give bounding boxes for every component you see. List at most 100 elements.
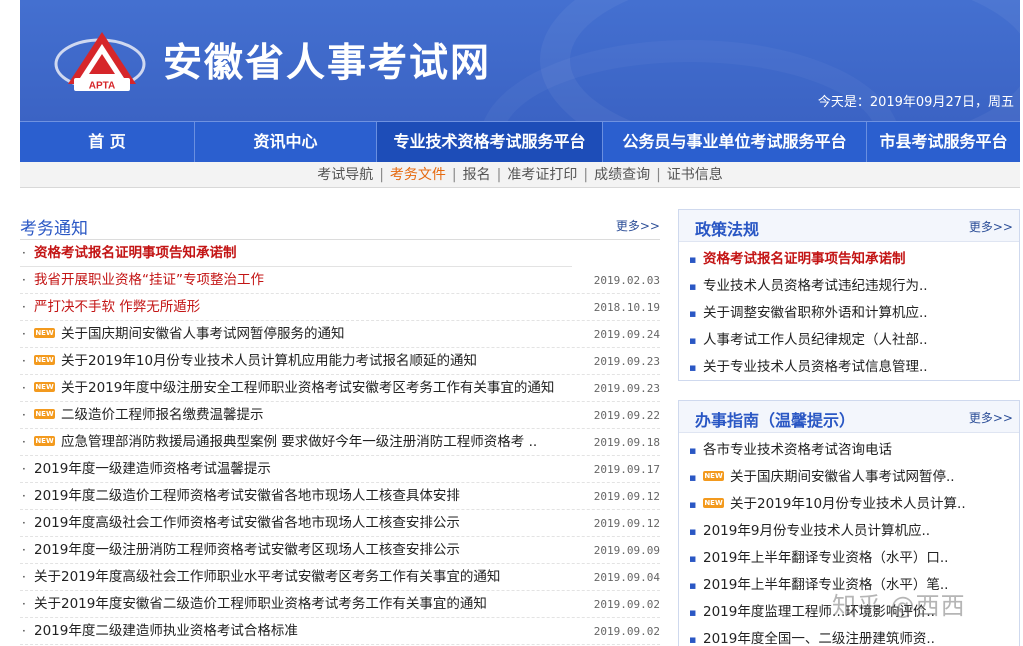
bullet-icon: ▪ [689, 444, 697, 457]
notice-text: 我省开展职业资格“挂证”专项整治工作 [34, 272, 264, 288]
notice-link[interactable]: 2019年度一级注册消防工程师资格考试安徽考区现场人工核查安排公示 [34, 537, 460, 564]
policy-text: 人事考试工作人员纪律规定（人社部.. [703, 332, 928, 348]
notice-text: 关于2019年度安徽省二级造价工程师职业资格考试考务工作有关事宜的通知 [34, 596, 487, 612]
bullet-icon: ▪ [689, 552, 697, 565]
policy-text: 专业技术人员资格考试违纪违规行为.. [703, 278, 928, 294]
list-item: ▪ 2019年9月份专业技术人员计算机应.. [679, 518, 1019, 545]
notice-text: 关于2019年度中级注册安全工程师职业资格考试安徽考区考务工作有关事宜的通知 [61, 380, 555, 396]
watermark: 知乎 @西西 [832, 592, 966, 620]
notice-link[interactable]: NEW 关于国庆期间安徽省人事考试网暂停服务的通知 [34, 321, 345, 348]
notice-date: 2019.02.03 [593, 274, 660, 287]
nav-city-county-platform[interactable]: 市县考试服务平台 [867, 122, 1020, 162]
guide-text: 关于2019年10月份专业技术人员计算.. [730, 496, 966, 512]
exam-notice-list: · 资格考试报名证明事项告知承诺制 · 我省开展职业资格“挂证”专项整治工作 2019.… [20, 240, 660, 645]
bullet-icon: ▪ [689, 307, 697, 320]
exam-notice-more-link[interactable]: 更多>> [616, 217, 660, 234]
notice-text: 2019年度二级造价工程师资格考试安徽省各地市现场人工核查具体安排 [34, 488, 460, 504]
notice-date: 2019.09.23 [593, 382, 660, 395]
subnav-registration[interactable]: 报名 [463, 167, 491, 183]
policy-section: 政策法规 更多>> ▪ 资格考试报名证明事项告知承诺制 ▪ 专业技术人员资格考试违纪违… [678, 209, 1020, 381]
new-badge-icon: NEW [703, 471, 724, 481]
new-badge-icon: NEW [34, 436, 55, 446]
notice-link[interactable]: NEW 关于2019年度中级注册安全工程师职业资格考试安徽考区考务工作有关事宜的通… [34, 375, 554, 402]
main-nav: 首 页 资讯中心 专业技术资格考试服务平台 公务员与事业单位考试服务平台 市县考… [20, 121, 1020, 162]
nav-professional-exam-platform[interactable]: 专业技术资格考试服务平台 [377, 122, 603, 162]
notice-date: 2019.09.24 [593, 328, 660, 341]
list-item: · 严打决不手软 作弊无所遁形 2018.10.19 [20, 294, 660, 321]
policy-more-link[interactable]: 更多>> [969, 218, 1013, 235]
guide-more-link[interactable]: 更多>> [969, 409, 1013, 426]
guide-link[interactable]: NEW 关于国庆期间安徽省人事考试网暂停.. [703, 464, 955, 491]
subnav-exam-guide[interactable]: 考试导航 [317, 167, 373, 183]
policy-link[interactable]: 关于调整安徽省职称外语和计算机应.. [703, 300, 928, 327]
nav-civil-servant-exam-platform[interactable]: 公务员与事业单位考试服务平台 [603, 122, 867, 162]
guide-header: 办事指南（温馨提示） 更多>> [679, 401, 1019, 433]
notice-date: 2018.10.19 [593, 301, 660, 314]
notice-text: 关于国庆期间安徽省人事考试网暂停服务的通知 [61, 326, 345, 342]
guide-link[interactable]: NEW 关于2019年10月份专业技术人员计算.. [703, 491, 966, 518]
bullet-icon: · [22, 543, 26, 557]
apta-logo-icon[interactable]: APTA [52, 28, 152, 92]
notice-date: 2019.09.12 [593, 517, 660, 530]
list-item: ▪ 人事考试工作人员纪律规定（人社部.. [679, 327, 1019, 354]
notice-link[interactable]: 关于2019年度安徽省二级造价工程师职业资格考试考务工作有关事宜的通知 [34, 591, 487, 618]
list-item: ▪ 关于专业技术人员资格考试信息管理.. [679, 354, 1019, 381]
nav-news-center[interactable]: 资讯中心 [195, 122, 377, 162]
subnav-admission-ticket[interactable]: 准考证打印 [507, 167, 577, 183]
notice-link[interactable]: NEW 应急管理部消防救援局通报典型案例 要求做好今年一级注册消防工程师资格考 .… [34, 429, 537, 456]
list-item: ▪ NEW 关于国庆期间安徽省人事考试网暂停.. [679, 464, 1019, 491]
new-badge-icon: NEW [34, 328, 55, 338]
subnav-certificate-info[interactable]: 证书信息 [667, 167, 723, 183]
subnav-score-query[interactable]: 成绩查询 [594, 167, 650, 183]
guide-link[interactable]: 2019年度全国一、二级注册建筑师资.. [703, 626, 935, 646]
guide-link[interactable]: 各市专业技术资格考试咨询电话 [703, 437, 892, 464]
policy-title: 政策法规 [695, 220, 760, 239]
svg-text:APTA: APTA [89, 81, 115, 92]
policy-link[interactable]: 资格考试报名证明事项告知承诺制 [703, 246, 906, 273]
list-item: · 关于2019年度安徽省二级造价工程师职业资格考试考务工作有关事宜的通知 2019… [20, 591, 660, 618]
notice-link[interactable]: 关于2019年度高级社会工作师职业水平考试安徽考区考务工作有关事宜的通知 [34, 564, 500, 591]
new-badge-icon: NEW [34, 355, 55, 365]
policy-text: 关于专业技术人员资格考试信息管理.. [703, 359, 928, 375]
nav-home[interactable]: 首 页 [20, 122, 195, 162]
notice-link[interactable]: 资格考试报名证明事项告知承诺制 [34, 240, 237, 267]
policy-link[interactable]: 关于专业技术人员资格考试信息管理.. [703, 354, 928, 381]
notice-link[interactable]: 2019年度高级社会工作师资格考试安徽省各地市现场人工核查安排公示 [34, 510, 460, 537]
notice-link[interactable]: 2019年度二级建造师执业资格考试合格标准 [34, 618, 298, 645]
new-badge-icon: NEW [34, 382, 55, 392]
list-item: ▪ 关于调整安徽省职称外语和计算机应.. [679, 300, 1019, 327]
notice-link[interactable]: 严打决不手软 作弊无所遁形 [34, 294, 200, 321]
list-item: · 2019年度二级建造师执业资格考试合格标准 2019.09.02 [20, 618, 660, 645]
notice-link[interactable]: NEW 二级造价工程师报名缴费温馨提示 [34, 402, 264, 429]
subnav-exam-documents[interactable]: 考务文件 [390, 167, 446, 183]
list-item: · 2019年度一级建造师资格考试温馨提示 2019.09.17 [20, 456, 660, 483]
notice-text: 2019年度二级建造师执业资格考试合格标准 [34, 623, 298, 639]
list-item: · 2019年度高级社会工作师资格考试安徽省各地市现场人工核查安排公示 2019.0… [20, 510, 660, 537]
exam-notice-title: 考务通知 [20, 219, 88, 239]
bullet-icon: · [22, 327, 26, 341]
bullet-icon: ▪ [689, 606, 697, 619]
policy-link[interactable]: 人事考试工作人员纪律规定（人社部.. [703, 327, 928, 354]
notice-link[interactable]: NEW 关于2019年10月份专业技术人员计算机应用能力考试报名顺延的通知 [34, 348, 477, 375]
notice-date: 2019.09.17 [593, 463, 660, 476]
policy-link[interactable]: 专业技术人员资格考试违纪违规行为.. [703, 273, 928, 300]
bullet-icon: ▪ [689, 253, 697, 266]
exam-notice-header: 考务通知 更多>> [20, 208, 660, 240]
notice-link[interactable]: 2019年度一级建造师资格考试温馨提示 [34, 456, 271, 483]
bullet-icon: ▪ [689, 579, 697, 592]
notice-text: 严打决不手软 作弊无所遁形 [34, 299, 201, 315]
bullet-icon: · [22, 408, 26, 422]
sub-nav: 考试导航 | 考务文件 | 报名 | 准考证打印 | 成绩查询 | 证书信息 [20, 162, 1020, 188]
notice-link[interactable]: 我省开展职业资格“挂证”专项整治工作 [34, 267, 264, 294]
bullet-icon: ▪ [689, 280, 697, 293]
list-item: · NEW 关于2019年10月份专业技术人员计算机应用能力考试报名顺延的通知 201… [20, 348, 660, 375]
notice-link[interactable]: 2019年度二级造价工程师资格考试安徽省各地市现场人工核查具体安排 [34, 483, 460, 510]
list-item: ▪ NEW 关于2019年10月份专业技术人员计算.. [679, 491, 1019, 518]
new-badge-icon: NEW [703, 498, 724, 508]
notice-date: 2019.09.18 [593, 436, 660, 449]
notice-text: 资格考试报名证明事项告知承诺制 [34, 245, 237, 261]
new-badge-icon: NEW [34, 409, 55, 419]
policy-text: 关于调整安徽省职称外语和计算机应.. [703, 305, 928, 321]
guide-link[interactable]: 2019年上半年翻译专业资格（水平）口.. [703, 545, 948, 572]
guide-link[interactable]: 2019年9月份专业技术人员计算机应.. [703, 518, 930, 545]
